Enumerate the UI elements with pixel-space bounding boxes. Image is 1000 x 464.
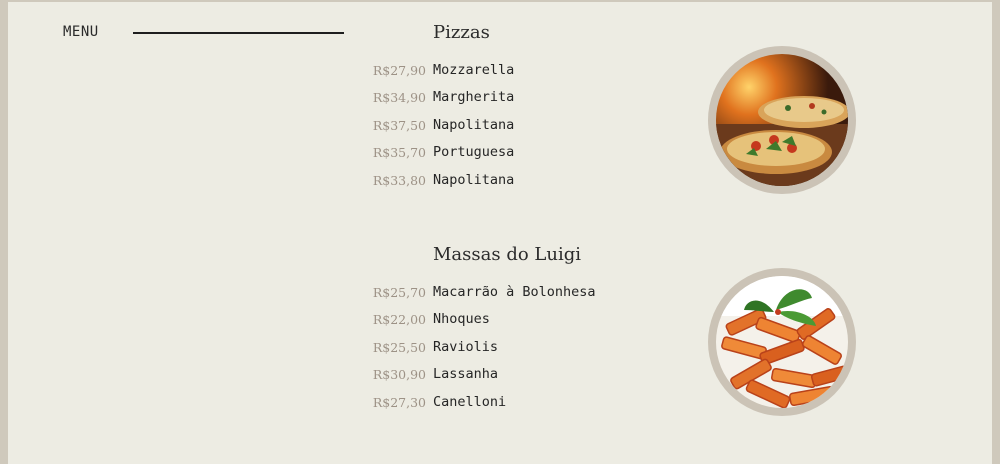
- menu-nav-label[interactable]: MENU: [63, 24, 99, 40]
- section-title-pizzas: Pizzas: [433, 22, 490, 43]
- menu-item: R$25,50 Raviolis: [308, 334, 668, 361]
- item-name: Raviolis: [433, 338, 499, 355]
- menu-page: MENU Pizzas R$27,90 Mozzarella R$34,90 M…: [8, 2, 992, 464]
- pasta-photo-icon: [716, 276, 848, 408]
- item-price: R$30,90: [372, 367, 426, 383]
- section-title-massas: Massas do Luigi: [433, 244, 581, 265]
- item-price: R$34,90: [372, 90, 426, 106]
- pasta-item-list: R$25,70 Macarrão à Bolonhesa R$22,00 Nho…: [308, 279, 668, 416]
- menu-item: R$33,80 Napolitana: [308, 167, 668, 194]
- pizza-photo: [708, 46, 856, 194]
- pizza-photo-icon: [716, 54, 848, 186]
- item-name: Canelloni: [433, 393, 507, 410]
- item-name: Napolitana: [433, 171, 515, 188]
- menu-item: R$37,50 Napolitana: [308, 112, 668, 139]
- item-name: Mozzarella: [433, 62, 515, 78]
- item-price: R$27,30: [372, 394, 426, 410]
- item-price: R$33,80: [372, 172, 426, 188]
- item-price: R$25,50: [372, 339, 426, 355]
- item-name: Nhoques: [433, 311, 490, 328]
- item-price: R$25,70: [372, 285, 426, 300]
- menu-item: R$30,90 Lassanha: [308, 361, 668, 388]
- pasta-photo: [708, 268, 856, 416]
- item-name: Lassanha: [433, 366, 499, 383]
- menu-divider-line: [133, 32, 344, 34]
- item-price: R$37,50: [372, 117, 426, 133]
- menu-item: R$35,70 Portuguesa: [308, 139, 668, 166]
- pizza-item-list: R$27,90 Mozzarella R$34,90 Margherita R$…: [308, 57, 668, 194]
- item-price: R$27,90: [372, 63, 426, 78]
- item-price: R$35,70: [372, 145, 426, 161]
- item-name: Margherita: [433, 89, 515, 106]
- menu-item: R$34,90 Margherita: [308, 84, 668, 111]
- menu-item: R$27,30 Canelloni: [308, 389, 668, 416]
- item-name: Napolitana: [433, 116, 515, 133]
- menu-item: R$25,70 Macarrão à Bolonhesa: [308, 279, 668, 306]
- menu-item: R$27,90 Mozzarella: [308, 57, 668, 84]
- item-name: Macarrão à Bolonhesa: [433, 284, 596, 300]
- item-name: Portuguesa: [433, 144, 515, 161]
- item-price: R$22,00: [372, 312, 426, 328]
- menu-item: R$22,00 Nhoques: [308, 306, 668, 333]
